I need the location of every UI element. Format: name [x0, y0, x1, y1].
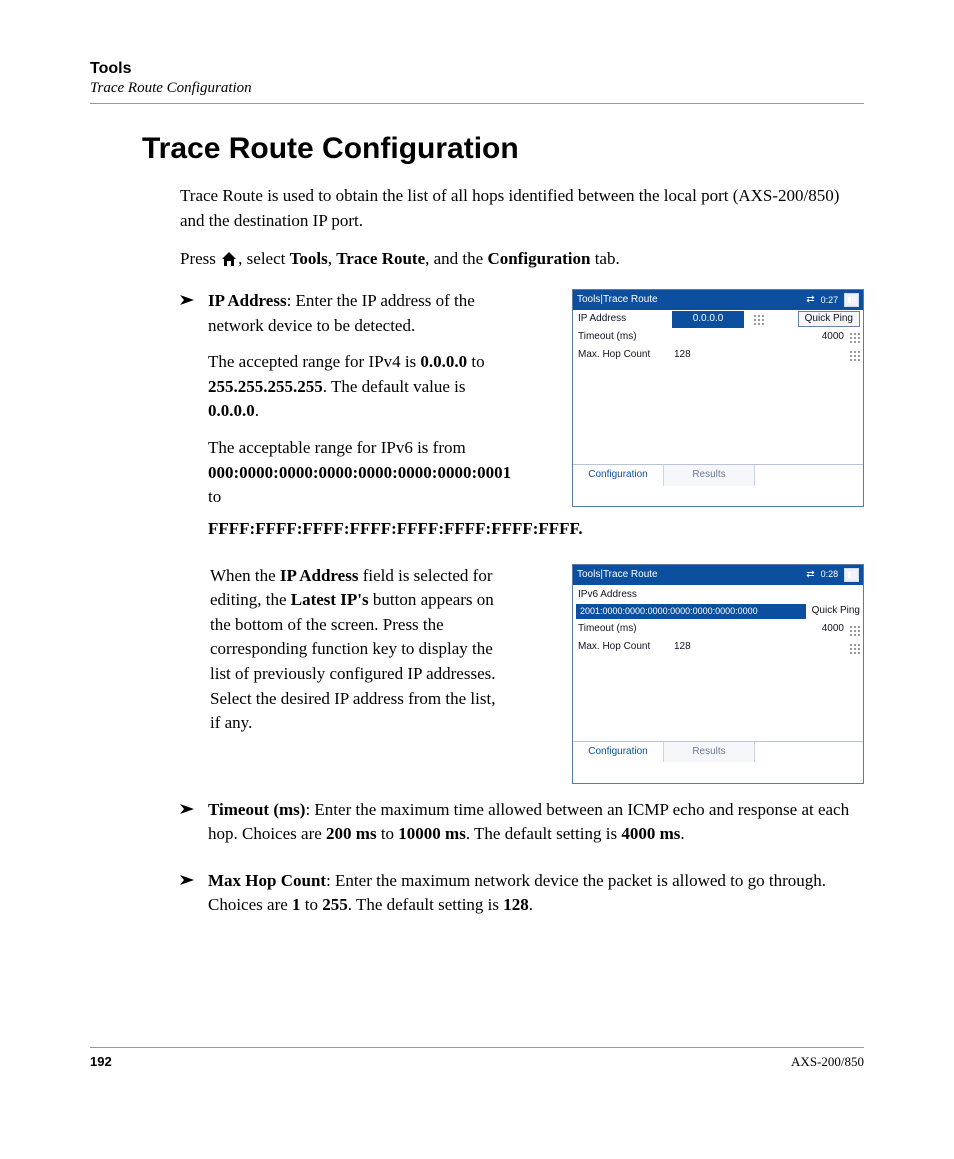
- ipv6-from: 000:0000:0000:0000:0000:0000:0000:0001: [208, 463, 511, 482]
- battery-icon: ▮▯: [844, 293, 859, 307]
- ipv4-to: 255.255.255.255: [208, 377, 323, 396]
- maxhop-to: 255: [322, 895, 348, 914]
- shot1-timeout-field[interactable]: 4000: [820, 330, 844, 345]
- ip-label: IP Address: [208, 291, 287, 310]
- ipv4-from: 0.0.0.0: [420, 352, 467, 371]
- network-icon: ⇄: [806, 568, 814, 583]
- ipv6-to: FFFF:FFFF:FFFF:FFFF:FFFF:FFFF:FFFF:FFFF.: [208, 519, 583, 538]
- shot2-hop-label: Max. Hop Count: [576, 640, 672, 655]
- press-mid1: , select: [238, 249, 289, 268]
- keypad-icon[interactable]: [848, 331, 860, 343]
- latest-ip-paragraph: When the IP Address field is selected fo…: [210, 564, 510, 736]
- timeout-period: .: [680, 824, 684, 843]
- press-config: Configuration: [487, 249, 590, 268]
- running-header: Tools Trace Route Configuration: [90, 60, 864, 104]
- shot2-timeout-label: Timeout (ms): [576, 622, 672, 637]
- keypad-icon[interactable]: [848, 349, 860, 361]
- maxhop-default: 128: [503, 895, 529, 914]
- press-trace: Trace Route: [336, 249, 425, 268]
- bullet-max-hop: Max Hop Count: Enter the maximum network…: [180, 869, 864, 930]
- maxhop-tail: . The default setting is: [348, 895, 504, 914]
- shot1-hop-label: Max. Hop Count: [576, 348, 672, 363]
- arrow-icon: [180, 873, 198, 892]
- shot1-titlebar: Tools|Trace Route ⇄ 0:27 ▮▯: [573, 290, 863, 311]
- shot2-tab-results[interactable]: Results: [664, 742, 755, 763]
- ipv6-intro: The acceptable range for IPv6 is from: [208, 438, 466, 457]
- bullet-ip-address: Tools|Trace Route ⇄ 0:27 ▮▯ IP Address 0…: [180, 289, 864, 554]
- maxhop-to-word: to: [301, 895, 323, 914]
- header-section: Tools: [90, 60, 864, 78]
- network-icon: ⇄: [806, 293, 814, 308]
- ipv6-to-word: to: [208, 487, 221, 506]
- shot1-quick-ping-button[interactable]: Quick Ping: [798, 311, 860, 327]
- ipv4-period: .: [255, 401, 259, 420]
- maxhop-from: 1: [292, 895, 301, 914]
- page-number: 192: [90, 1054, 112, 1070]
- shot2-tab-configuration[interactable]: Configuration: [573, 742, 664, 763]
- keypad-icon[interactable]: [848, 642, 860, 654]
- shot2-hop-field[interactable]: 128: [672, 640, 691, 655]
- press-tools: Tools: [290, 249, 328, 268]
- screenshot-ipv6: Tools|Trace Route ⇄ 0:28 ▮▯ IPv6 Address…: [572, 564, 864, 784]
- shot1-tab-configuration[interactable]: Configuration: [573, 465, 664, 486]
- keypad-icon[interactable]: [848, 624, 860, 636]
- ipv4-to-word: to: [467, 352, 484, 371]
- press-post: tab.: [590, 249, 619, 268]
- shot2-titlebar: Tools|Trace Route ⇄ 0:28 ▮▯: [573, 565, 863, 586]
- shot1-hop-field[interactable]: 128: [672, 348, 691, 363]
- shot2-ipv6-field[interactable]: 2001:0000:0000:0000:0000:0000:0000:0000: [576, 604, 806, 619]
- timeout-from: 200 ms: [326, 824, 377, 843]
- timeout-to-word: to: [377, 824, 399, 843]
- shot2-ipv6-label: IPv6 Address: [573, 585, 863, 603]
- shot1-ip-field[interactable]: 0.0.0.0: [672, 311, 744, 328]
- intro-paragraph: Trace Route is used to obtain the list o…: [180, 184, 864, 233]
- header-rule: [90, 103, 864, 104]
- timeout-tail: . The default setting is: [466, 824, 622, 843]
- press-sep1: ,: [328, 249, 337, 268]
- shot1-clock: 0:27: [821, 294, 839, 307]
- page-footer: 192 AXS-200/850: [90, 1047, 864, 1070]
- shot1-tab-results[interactable]: Results: [664, 465, 755, 486]
- page-title: Trace Route Configuration: [142, 132, 864, 166]
- bullet-timeout: Timeout (ms): Enter the maximum time all…: [180, 798, 864, 859]
- screenshot-ipv4: Tools|Trace Route ⇄ 0:27 ▮▯ IP Address 0…: [572, 289, 864, 507]
- timeout-label: Timeout (ms): [208, 800, 305, 819]
- footer-rule: [90, 1047, 864, 1048]
- shot1-timeout-label: Timeout (ms): [576, 330, 672, 345]
- footer-model: AXS-200/850: [791, 1054, 864, 1070]
- maxhop-period: .: [529, 895, 533, 914]
- arrow-icon: [180, 293, 198, 312]
- shot1-title-text: Tools|Trace Route: [577, 293, 658, 308]
- maxhop-label: Max Hop Count: [208, 871, 326, 890]
- shot2-timeout-field[interactable]: 4000: [820, 622, 844, 637]
- shot2-clock: 0:28: [821, 568, 839, 581]
- ipv4-tail: . The default value is: [323, 377, 466, 396]
- press-instruction: Press , select Tools, Trace Route, and t…: [180, 247, 864, 275]
- shot2-title-text: Tools|Trace Route: [577, 568, 658, 583]
- press-mid2: , and the: [425, 249, 487, 268]
- home-icon: [220, 250, 238, 275]
- shot2-quick-ping-button[interactable]: Quick Ping: [812, 604, 860, 619]
- battery-icon: ▮▯: [844, 568, 859, 582]
- header-subsection: Trace Route Configuration: [90, 80, 864, 97]
- ipv4-default: 0.0.0.0: [208, 401, 255, 420]
- ipv4-intro: The accepted range for IPv4 is: [208, 352, 420, 371]
- timeout-default: 4000 ms: [621, 824, 680, 843]
- arrow-icon: [180, 802, 198, 821]
- keypad-icon[interactable]: [752, 313, 764, 325]
- press-pre: Press: [180, 249, 220, 268]
- shot1-ip-label: IP Address: [576, 312, 672, 327]
- timeout-to: 10000 ms: [398, 824, 466, 843]
